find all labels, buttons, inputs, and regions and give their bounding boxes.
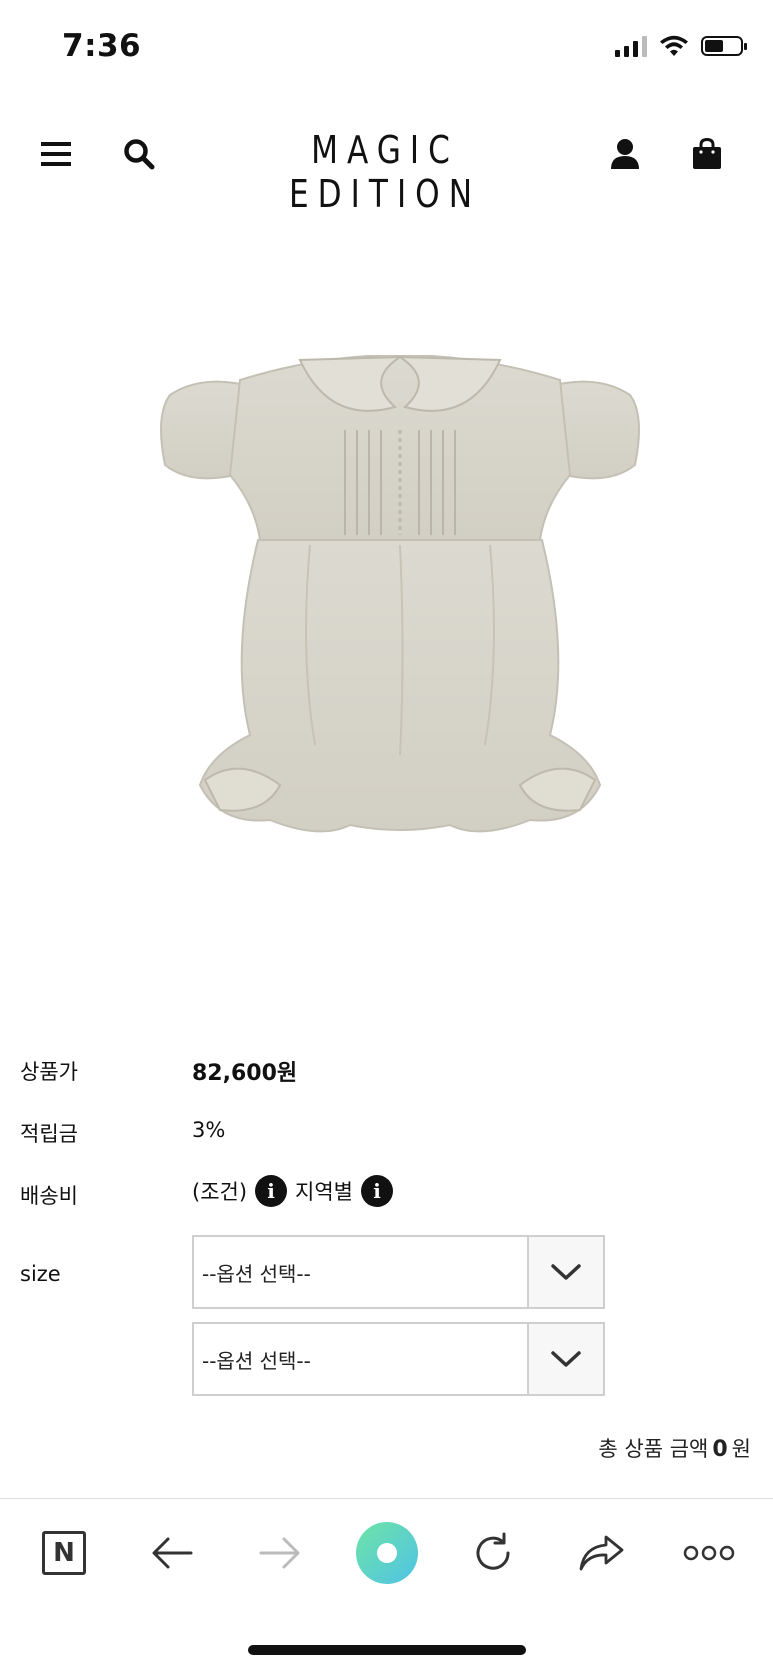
price-label: 상품가 [20, 1060, 78, 1084]
total-amount: 0 [712, 1437, 728, 1462]
size-select-1[interactable]: --옵션 선택-- [192, 1235, 605, 1309]
status-icons [615, 34, 747, 58]
total-unit: 원 [731, 1437, 751, 1461]
wifi-icon [660, 35, 688, 56]
info-icon[interactable]: i [255, 1175, 288, 1207]
size-select-2[interactable]: --옵션 선택-- [192, 1322, 605, 1396]
brand-logo[interactable]: MAGIC EDITION [237, 128, 532, 216]
chevron-down-icon[interactable] [527, 1237, 603, 1307]
chevron-down-icon[interactable] [527, 1324, 603, 1394]
back-arrow-icon[interactable] [142, 1523, 202, 1583]
cellular-signal-icon [615, 35, 647, 57]
shopping-bag-icon[interactable] [677, 124, 737, 184]
price-value: 82,600원 [192, 1061, 298, 1086]
home-indicator[interactable] [248, 1645, 526, 1655]
battery-icon [701, 36, 747, 56]
forward-arrow-icon [250, 1523, 310, 1583]
search-icon[interactable] [109, 124, 169, 184]
menu-icon[interactable] [26, 124, 86, 184]
naver-letter: N [42, 1531, 86, 1575]
share-icon[interactable] [571, 1523, 631, 1583]
shipping-label: 배송비 [20, 1184, 78, 1208]
points-value: 3% [192, 1118, 226, 1142]
reload-icon[interactable] [463, 1523, 523, 1583]
green-circle-icon[interactable] [354, 1520, 420, 1586]
product-image[interactable] [150, 355, 650, 895]
points-label: 적립금 [20, 1122, 78, 1146]
shipping-region: 지역별 [295, 1180, 353, 1204]
size-select-1-value: --옵션 선택-- [202, 1261, 311, 1286]
shipping-condition: (조건) [192, 1180, 248, 1204]
total-prefix: 총 상품 금액 [598, 1437, 709, 1461]
user-icon[interactable] [595, 124, 655, 184]
more-icon[interactable] [679, 1523, 739, 1583]
size-label: size [20, 1262, 61, 1286]
info-icon[interactable]: i [361, 1175, 393, 1207]
size-select-2-value: --옵션 선택-- [202, 1348, 311, 1373]
shipping-value: (조건) i 지역별 i [192, 1175, 397, 1207]
status-time: 7:36 [62, 28, 142, 64]
naver-icon[interactable]: N [34, 1523, 94, 1583]
total-price: 총 상품 금액 0 원 [598, 1433, 751, 1463]
